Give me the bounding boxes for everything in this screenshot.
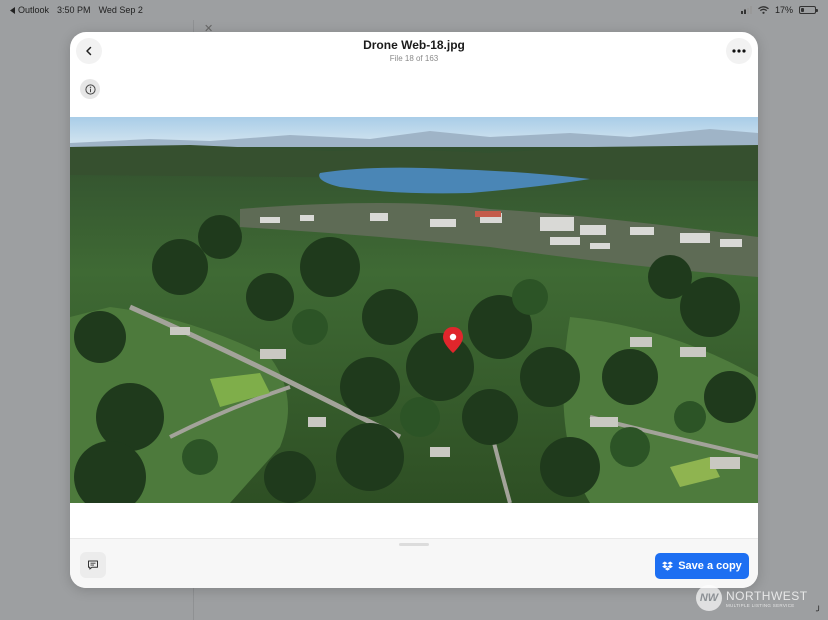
status-left: Outlook 3:50 PM Wed Sep 2 bbox=[10, 5, 143, 15]
comment-icon bbox=[88, 560, 98, 570]
status-date: Wed Sep 2 bbox=[98, 5, 143, 15]
file-preview-modal: Drone Web-18.jpg File 18 of 163 Save a c… bbox=[70, 32, 758, 588]
battery-fill bbox=[801, 8, 804, 12]
more-options-button[interactable] bbox=[726, 38, 752, 64]
bottom-toolbar: Save a copy bbox=[70, 538, 758, 588]
status-right: 17% bbox=[740, 5, 818, 15]
nwmls-watermark: NW NORTHWEST MULTIPLE LISTING SERVICE bbox=[696, 585, 808, 611]
back-triangle-icon bbox=[10, 6, 15, 14]
preview-header: Drone Web-18.jpg File 18 of 163 bbox=[70, 32, 758, 72]
signal-icon bbox=[740, 6, 752, 14]
wifi-icon bbox=[758, 6, 769, 14]
back-to-app-link[interactable]: Outlook bbox=[10, 5, 49, 15]
save-a-copy-label: Save a copy bbox=[678, 560, 742, 572]
photo-preview[interactable] bbox=[70, 117, 758, 503]
status-time: 3:50 PM bbox=[57, 5, 91, 15]
title-wrap: Drone Web-18.jpg File 18 of 163 bbox=[70, 38, 758, 63]
file-counter: File 18 of 163 bbox=[389, 54, 439, 63]
comment-button[interactable] bbox=[80, 552, 106, 578]
back-app-label: Outlook bbox=[18, 5, 50, 15]
corner-hook-icon: ╯ bbox=[816, 606, 822, 616]
battery-icon bbox=[799, 6, 818, 14]
drag-handle[interactable] bbox=[399, 543, 429, 546]
watermark-name: NORTHWEST bbox=[726, 588, 808, 603]
info-icon bbox=[84, 83, 96, 95]
dropbox-icon bbox=[662, 561, 674, 571]
nwmls-logo: NW bbox=[696, 585, 722, 611]
aerial-photo bbox=[70, 117, 758, 503]
file-title: Drone Web-18.jpg bbox=[363, 38, 465, 52]
more-horizontal-icon bbox=[732, 49, 746, 53]
battery-percent: 17% bbox=[774, 5, 793, 15]
watermark-subtitle: MULTIPLE LISTING SERVICE bbox=[726, 602, 795, 608]
save-a-copy-button[interactable]: Save a copy bbox=[655, 553, 749, 579]
info-button[interactable] bbox=[80, 79, 100, 99]
status-bar: Outlook 3:50 PM Wed Sep 2 17% bbox=[0, 0, 828, 20]
watermark-text: NORTHWEST MULTIPLE LISTING SERVICE bbox=[726, 589, 808, 608]
